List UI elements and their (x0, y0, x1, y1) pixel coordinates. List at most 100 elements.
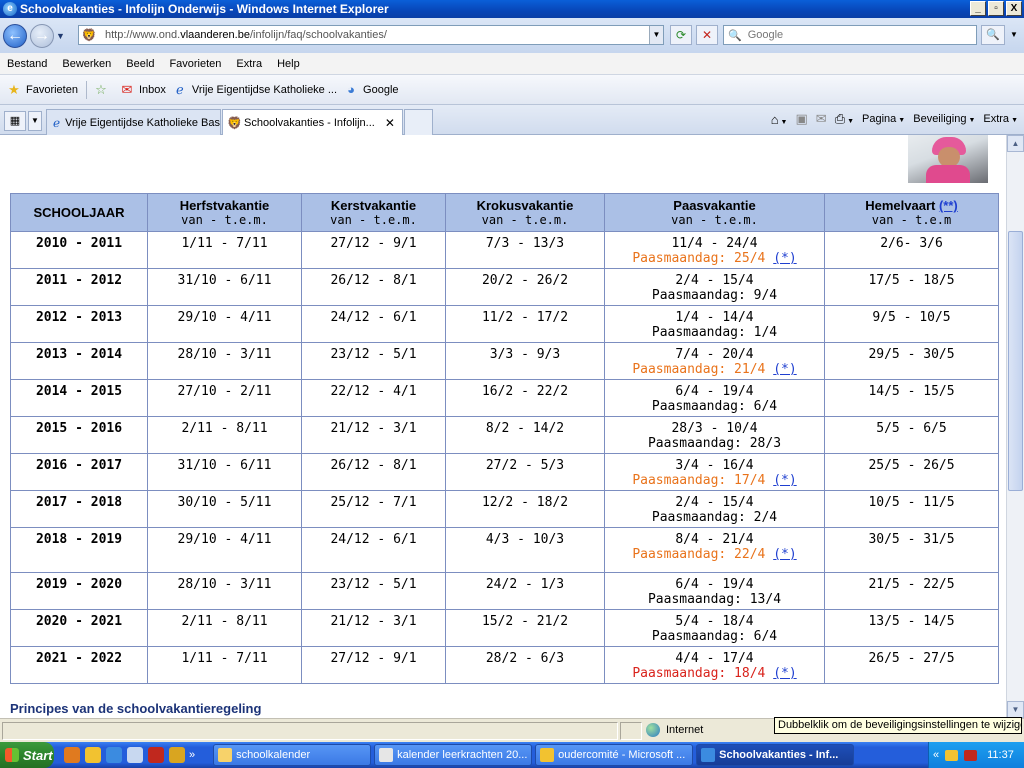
col-header-schooljaar: SCHOOLJAAR (10, 193, 148, 232)
address-dropdown-icon[interactable]: ▼ (649, 26, 663, 44)
separator (85, 80, 87, 99)
search-options-icon[interactable]: ▼ (1007, 25, 1021, 45)
cell-kerstvakantie: 21/12 - 3/1 (301, 416, 446, 454)
feeds-icon[interactable]: ▣ (795, 111, 807, 127)
tray-expand-button[interactable]: « (933, 749, 939, 761)
mail-tray-icon[interactable] (945, 749, 959, 761)
task-oudercomite[interactable]: oudercomité - Microsoft ... (535, 744, 694, 766)
cell-hemelvaart: 2/6- 3/6 (824, 231, 999, 269)
security-zone[interactable]: Internet (646, 723, 703, 737)
table-row: 2010 - 2011 1/11 - 7/11 27/12 - 9/1 7/3 - 1… (10, 231, 999, 269)
paasmaandag-line: Paasmaandag: 25/4 (*) (605, 251, 824, 266)
ie-icon[interactable] (106, 747, 122, 763)
status-text-cell (2, 722, 618, 740)
close-tab-icon[interactable]: ✕ (385, 116, 395, 130)
quick-tabs-button[interactable]: ▦ (4, 111, 26, 131)
cell-schooljaar: 2012 - 2013 (10, 305, 148, 343)
fav-link-label: Vrije Eigentijdse Katholieke ... (191, 83, 338, 96)
extra-menu-button[interactable]: Extra ▼ (983, 113, 1018, 125)
table-row: 2014 - 2015 27/10 - 2/11 22/12 - 4/1 16/2 -… (10, 379, 999, 417)
menu-beeld[interactable]: Beeld (119, 58, 162, 70)
mail-icon[interactable]: ✉ (816, 111, 827, 127)
cell-herfstvakantie: 30/10 - 5/11 (147, 490, 302, 528)
paas-range: 6/4 - 19/4 (675, 384, 754, 399)
ie-icon (701, 748, 716, 762)
task-schoolvakanties[interactable]: Schoolvakanties - Inf... (696, 744, 855, 766)
cell-hemelvaart: 21/5 - 22/5 (824, 572, 999, 610)
refresh-button[interactable]: ⟳ (670, 25, 692, 45)
tab-schoolvakanties[interactable]: 🦁 Schoolvakanties - Infolijn... ✕ (222, 109, 403, 135)
menu-help[interactable]: Help (270, 58, 308, 70)
quick-launch-more[interactable]: » (189, 749, 195, 761)
firefox-icon[interactable] (64, 747, 80, 763)
add-favorite-button[interactable]: ☆ (93, 82, 113, 98)
cell-hemelvaart: 25/5 - 26/5 (824, 453, 999, 491)
outlook-icon[interactable] (85, 747, 101, 763)
chrome-icon[interactable] (169, 747, 185, 763)
home-button[interactable]: ⌂ ▼ (771, 112, 788, 127)
print-button[interactable]: ⎙ ▼ (835, 111, 854, 127)
fav-link-inbox[interactable]: ✉ Inbox (119, 82, 166, 98)
cell-kerstvakantie: 27/12 - 9/1 (301, 231, 446, 269)
forward-button[interactable]: → (30, 23, 54, 48)
paasmaandag-text: Paasmaandag: 13/4 (647, 592, 782, 607)
paasmaandag-footnote-link[interactable]: (*) (773, 473, 796, 488)
task-kalender-leerkrachten[interactable]: kalender leerkrachten 20... (374, 744, 533, 766)
photo-coat (926, 165, 970, 183)
start-button[interactable]: Start (0, 742, 54, 768)
paasmaandag-footnote-link[interactable]: (*) (773, 666, 796, 681)
cell-herfstvakantie: 27/10 - 2/11 (147, 379, 302, 417)
hemelvaart-footnote-link[interactable]: (**) (939, 198, 958, 213)
site-favicon-icon: 🦁 (227, 115, 242, 130)
paasmaandag-text: Paasmaandag: 6/4 (651, 399, 778, 414)
tab-vrije-eigentijdse[interactable]: ℯ Vrije Eigentijdse Katholieke Bas (46, 109, 221, 135)
back-button[interactable]: ← (3, 23, 27, 48)
cell-hemelvaart: 30/5 - 31/5 (824, 527, 999, 573)
task-schoolkalender[interactable]: schoolkalender (213, 744, 372, 766)
tab-list-dropdown[interactable]: ▼ (28, 111, 42, 131)
cell-herfstvakantie: 1/11 - 7/11 (147, 231, 302, 269)
paasmaandag-footnote-link[interactable]: (*) (773, 362, 796, 377)
paas-range: 8/4 - 21/4 (675, 532, 754, 547)
add-star-icon: ☆ (95, 81, 107, 97)
cell-herfstvakantie: 31/10 - 6/11 (147, 268, 302, 306)
cell-herfstvakantie: 2/11 - 8/11 (147, 416, 302, 454)
history-dropdown-icon[interactable]: ▼ (56, 31, 65, 41)
minimize-button[interactable]: _ (970, 1, 986, 16)
security-menu-button[interactable]: Beveiliging ▼ (913, 113, 975, 125)
ie-page-icon: ℯ (52, 115, 61, 130)
paasmaandag-line: Paasmaandag: 9/4 (605, 288, 824, 303)
media-player-icon[interactable] (127, 747, 143, 763)
paasmaandag-line: Paasmaandag: 6/4 (605, 629, 824, 644)
cell-kerstvakantie: 25/12 - 7/1 (301, 490, 446, 528)
flash-icon[interactable] (148, 747, 164, 763)
network-tray-icon[interactable] (964, 749, 978, 761)
paasmaandag-footnote-link[interactable]: (*) (773, 251, 796, 266)
favorites-center-button[interactable]: ★ Favorieten (6, 82, 78, 98)
scroll-thumb[interactable] (1008, 231, 1023, 491)
paasmaandag-text: Paasmaandag: 2/4 (651, 510, 778, 525)
search-button[interactable]: 🔍 (981, 25, 1005, 45)
menu-bewerken[interactable]: Bewerken (55, 58, 119, 70)
menu-bestand[interactable]: Bestand (0, 58, 55, 70)
new-tab-button[interactable] (404, 109, 433, 135)
stop-button[interactable]: ✕ (696, 25, 718, 45)
fav-link-google[interactable]: ◕ Google (343, 82, 398, 98)
cell-herfstvakantie: 28/10 - 3/11 (147, 572, 302, 610)
scroll-down-button[interactable]: ▼ (1007, 701, 1024, 718)
vertical-scrollbar[interactable]: ▲ ▼ (1006, 135, 1024, 718)
address-bar[interactable]: 🦁 http://www.ond.vlaanderen.be/infolijn/… (78, 25, 664, 45)
search-box[interactable]: 🔍 Google (723, 25, 977, 45)
address-url[interactable]: http://www.ond.vlaanderen.be/infolijn/fa… (105, 29, 387, 41)
fav-link-vrije[interactable]: ℯ Vrije Eigentijdse Katholieke ... (172, 82, 337, 98)
windows-logo-icon (5, 748, 19, 762)
menu-extra[interactable]: Extra (229, 58, 270, 70)
inbox-icon: ✉ (121, 81, 133, 97)
scroll-up-button[interactable]: ▲ (1007, 135, 1024, 152)
close-button[interactable]: X (1006, 1, 1022, 16)
cell-paasvakantie: 7/4 - 20/4 Paasmaandag: 21/4 (*) (604, 342, 825, 380)
page-menu-button[interactable]: Pagina ▼ (862, 113, 905, 125)
maximize-button[interactable]: ▫ (988, 1, 1004, 16)
menu-favorieten[interactable]: Favorieten (162, 58, 229, 70)
paasmaandag-footnote-link[interactable]: (*) (773, 547, 796, 562)
